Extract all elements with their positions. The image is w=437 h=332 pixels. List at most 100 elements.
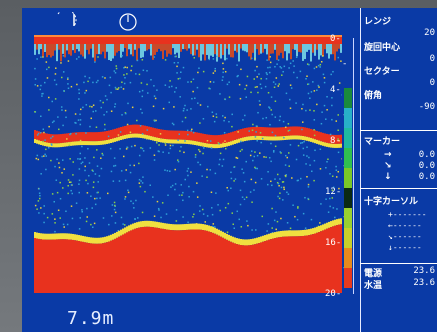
echo-speckle [274,116,277,118]
seabed-echo [318,232,320,293]
bottom-edge [60,233,62,240]
thermocline-echo [178,130,180,140]
surface-clutter [178,44,180,59]
thermocline-echo [78,132,80,142]
thermocline-edge [128,134,130,139]
surface-clutter [252,44,254,53]
echo-speckle [115,67,118,70]
crosshair-row: ↘------ [388,232,422,241]
echo-speckle [51,121,54,124]
echo-speckle [194,156,197,158]
echo-speckle [105,111,108,113]
echo-speckle [317,84,320,87]
echo-speckle [304,227,307,229]
surface-clutter [308,44,310,50]
bottom-edge [234,237,236,244]
echo-speckle [239,97,242,100]
echo-speckle [178,194,181,196]
seabed-echo [108,241,110,293]
echo-speckle [253,189,255,191]
bottom-edge [316,226,318,233]
echo-speckle [320,203,322,205]
echo-speckle [34,78,37,80]
thermocline-echo [46,133,48,143]
echo-speckle [127,102,129,105]
thermocline-echo [122,126,124,136]
bottom-edge [106,236,108,243]
echo-speckle [265,116,268,119]
rotation-center-label: 旋回中心 [364,43,401,53]
echo-speckle [104,77,106,79]
echo-speckle [274,65,276,68]
thermocline-echo [64,133,66,143]
seabed-echo [114,238,116,293]
echo-speckle [326,95,328,98]
thermocline-echo [264,127,266,137]
thermocline-echo [62,133,64,143]
seabed-echo [250,245,252,293]
thermocline-echo [182,130,184,140]
echo-speckle [63,90,65,92]
echo-speckle [257,91,259,94]
echo-speckle [290,87,293,89]
bottom-edge [40,233,42,240]
echo-speckle [212,72,215,74]
bottom-edge [120,229,122,236]
bottom-edge [220,230,222,237]
bottom-edge [72,233,74,240]
echo-speckle [269,56,271,58]
echo-speckle [146,129,149,131]
echo-speckle [37,200,40,202]
echo-speckle [144,190,146,193]
echo-speckle [235,156,238,159]
bottom-edge [228,234,230,241]
thermocline-edge [278,136,280,141]
echo-speckle [323,77,326,79]
echo-speckle [81,210,83,213]
echo-speckle [92,181,95,183]
thermocline-echo [300,126,302,136]
echo-speckle [167,194,169,196]
echo-speckle [59,217,61,219]
echo-speckle [75,202,78,204]
seabed-echo [294,236,296,293]
echo-speckle [254,57,256,60]
echo-speckle [69,142,72,144]
bottom-edge [154,221,156,228]
echo-speckle [35,157,38,160]
echo-speckle [274,178,276,180]
thermocline-edge [252,135,254,140]
surface-clutter [324,44,326,50]
thermocline-echo [150,127,152,137]
rotation-center-value: 0 [429,54,435,64]
echo-speckle [179,150,181,152]
seabed-echo [50,239,52,293]
echogram-display[interactable] [34,35,342,293]
echo-speckle [41,93,43,95]
thermocline-echo [304,127,306,137]
echo-speckle [84,75,86,78]
echo-speckle [318,86,320,88]
echo-speckle [89,105,91,108]
echo-speckle [242,119,244,121]
echo-speckle [303,140,305,143]
thermocline-edge [300,135,302,140]
echo-speckle [206,168,208,171]
bottom-edge [272,232,274,239]
echo-speckle [286,222,289,224]
sector-fan-icon [57,12,77,27]
seabed-echo [246,245,248,293]
echo-speckle [289,144,292,146]
echo-speckle [181,120,184,123]
echo-speckle [198,210,201,212]
bottom-edge [42,233,44,240]
thermocline-echo [278,127,280,137]
echo-speckle [62,124,64,127]
surface-clutter [54,44,56,51]
thermocline-edge [88,141,90,146]
surface-clutter [136,44,138,61]
seabed-echo [112,239,114,293]
thermocline-edge [312,138,314,143]
surface-clutter [210,44,212,56]
thermocline-echo [208,134,210,144]
